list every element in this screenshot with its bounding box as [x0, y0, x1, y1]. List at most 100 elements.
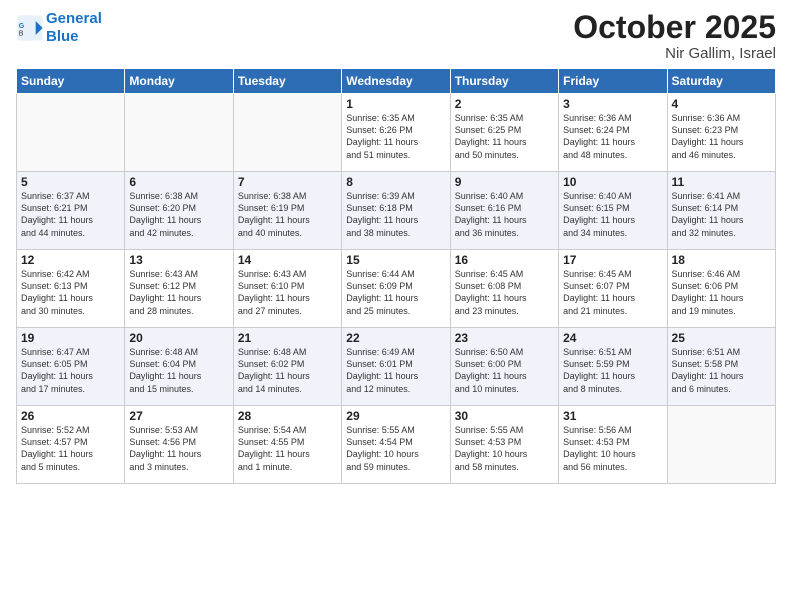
day-number: 30 [455, 409, 554, 423]
day-info: Sunrise: 6:38 AM Sunset: 6:20 PM Dayligh… [129, 190, 228, 239]
day-number: 8 [346, 175, 445, 189]
calendar-cell: 24Sunrise: 6:51 AM Sunset: 5:59 PM Dayli… [559, 328, 667, 406]
day-number: 9 [455, 175, 554, 189]
weekday-header-friday: Friday [559, 69, 667, 94]
day-number: 4 [672, 97, 771, 111]
calendar-cell: 14Sunrise: 6:43 AM Sunset: 6:10 PM Dayli… [233, 250, 341, 328]
location: Nir Gallim, Israel [573, 45, 776, 62]
calendar-cell: 15Sunrise: 6:44 AM Sunset: 6:09 PM Dayli… [342, 250, 450, 328]
weekday-header-saturday: Saturday [667, 69, 775, 94]
day-number: 1 [346, 97, 445, 111]
day-info: Sunrise: 6:36 AM Sunset: 6:23 PM Dayligh… [672, 112, 771, 161]
calendar-cell: 4Sunrise: 6:36 AM Sunset: 6:23 PM Daylig… [667, 94, 775, 172]
calendar-cell: 22Sunrise: 6:49 AM Sunset: 6:01 PM Dayli… [342, 328, 450, 406]
day-info: Sunrise: 6:43 AM Sunset: 6:12 PM Dayligh… [129, 268, 228, 317]
calendar-week-3: 12Sunrise: 6:42 AM Sunset: 6:13 PM Dayli… [17, 250, 776, 328]
day-number: 22 [346, 331, 445, 345]
logo-text: General Blue [46, 10, 102, 46]
weekday-header-row: SundayMondayTuesdayWednesdayThursdayFrid… [17, 69, 776, 94]
day-number: 19 [21, 331, 120, 345]
calendar-cell: 30Sunrise: 5:55 AM Sunset: 4:53 PM Dayli… [450, 406, 558, 484]
day-info: Sunrise: 5:55 AM Sunset: 4:53 PM Dayligh… [455, 424, 554, 473]
weekday-header-sunday: Sunday [17, 69, 125, 94]
day-number: 17 [563, 253, 662, 267]
day-info: Sunrise: 6:51 AM Sunset: 5:59 PM Dayligh… [563, 346, 662, 395]
day-info: Sunrise: 6:40 AM Sunset: 6:15 PM Dayligh… [563, 190, 662, 239]
logo-blue: Blue [46, 28, 102, 46]
calendar-cell: 6Sunrise: 6:38 AM Sunset: 6:20 PM Daylig… [125, 172, 233, 250]
day-info: Sunrise: 6:45 AM Sunset: 6:07 PM Dayligh… [563, 268, 662, 317]
day-number: 23 [455, 331, 554, 345]
day-number: 14 [238, 253, 337, 267]
day-info: Sunrise: 6:41 AM Sunset: 6:14 PM Dayligh… [672, 190, 771, 239]
calendar-cell [233, 94, 341, 172]
day-info: Sunrise: 6:36 AM Sunset: 6:24 PM Dayligh… [563, 112, 662, 161]
calendar-cell [125, 94, 233, 172]
logo: G B General Blue [16, 10, 102, 46]
svg-text:B: B [19, 31, 24, 38]
weekday-header-thursday: Thursday [450, 69, 558, 94]
day-number: 21 [238, 331, 337, 345]
calendar-cell: 7Sunrise: 6:38 AM Sunset: 6:19 PM Daylig… [233, 172, 341, 250]
day-number: 6 [129, 175, 228, 189]
day-number: 31 [563, 409, 662, 423]
day-number: 15 [346, 253, 445, 267]
calendar-cell: 17Sunrise: 6:45 AM Sunset: 6:07 PM Dayli… [559, 250, 667, 328]
calendar-cell: 19Sunrise: 6:47 AM Sunset: 6:05 PM Dayli… [17, 328, 125, 406]
calendar-cell: 9Sunrise: 6:40 AM Sunset: 6:16 PM Daylig… [450, 172, 558, 250]
calendar-cell: 12Sunrise: 6:42 AM Sunset: 6:13 PM Dayli… [17, 250, 125, 328]
weekday-header-tuesday: Tuesday [233, 69, 341, 94]
calendar-cell: 16Sunrise: 6:45 AM Sunset: 6:08 PM Dayli… [450, 250, 558, 328]
day-info: Sunrise: 6:42 AM Sunset: 6:13 PM Dayligh… [21, 268, 120, 317]
day-info: Sunrise: 5:52 AM Sunset: 4:57 PM Dayligh… [21, 424, 120, 473]
day-number: 10 [563, 175, 662, 189]
day-number: 20 [129, 331, 228, 345]
day-info: Sunrise: 6:35 AM Sunset: 6:26 PM Dayligh… [346, 112, 445, 161]
calendar-cell: 25Sunrise: 6:51 AM Sunset: 5:58 PM Dayli… [667, 328, 775, 406]
day-number: 11 [672, 175, 771, 189]
calendar-cell: 23Sunrise: 6:50 AM Sunset: 6:00 PM Dayli… [450, 328, 558, 406]
weekday-header-monday: Monday [125, 69, 233, 94]
calendar-cell: 28Sunrise: 5:54 AM Sunset: 4:55 PM Dayli… [233, 406, 341, 484]
header: G B General Blue October 2025 Nir Gallim… [16, 10, 776, 62]
calendar-cell: 27Sunrise: 5:53 AM Sunset: 4:56 PM Dayli… [125, 406, 233, 484]
calendar-table: SundayMondayTuesdayWednesdayThursdayFrid… [16, 68, 776, 484]
day-number: 28 [238, 409, 337, 423]
day-number: 16 [455, 253, 554, 267]
day-number: 12 [21, 253, 120, 267]
calendar-cell [667, 406, 775, 484]
day-info: Sunrise: 6:44 AM Sunset: 6:09 PM Dayligh… [346, 268, 445, 317]
calendar-cell: 2Sunrise: 6:35 AM Sunset: 6:25 PM Daylig… [450, 94, 558, 172]
calendar-cell: 21Sunrise: 6:48 AM Sunset: 6:02 PM Dayli… [233, 328, 341, 406]
calendar-week-5: 26Sunrise: 5:52 AM Sunset: 4:57 PM Dayli… [17, 406, 776, 484]
calendar-cell: 20Sunrise: 6:48 AM Sunset: 6:04 PM Dayli… [125, 328, 233, 406]
day-number: 3 [563, 97, 662, 111]
day-number: 29 [346, 409, 445, 423]
day-info: Sunrise: 5:54 AM Sunset: 4:55 PM Dayligh… [238, 424, 337, 473]
calendar-week-4: 19Sunrise: 6:47 AM Sunset: 6:05 PM Dayli… [17, 328, 776, 406]
page: G B General Blue October 2025 Nir Gallim… [0, 0, 792, 612]
day-number: 26 [21, 409, 120, 423]
day-info: Sunrise: 6:48 AM Sunset: 6:02 PM Dayligh… [238, 346, 337, 395]
day-info: Sunrise: 6:40 AM Sunset: 6:16 PM Dayligh… [455, 190, 554, 239]
calendar-cell: 1Sunrise: 6:35 AM Sunset: 6:26 PM Daylig… [342, 94, 450, 172]
day-number: 27 [129, 409, 228, 423]
day-info: Sunrise: 6:51 AM Sunset: 5:58 PM Dayligh… [672, 346, 771, 395]
calendar-cell [17, 94, 125, 172]
day-info: Sunrise: 6:35 AM Sunset: 6:25 PM Dayligh… [455, 112, 554, 161]
day-info: Sunrise: 6:38 AM Sunset: 6:19 PM Dayligh… [238, 190, 337, 239]
title-block: October 2025 Nir Gallim, Israel [573, 10, 776, 62]
weekday-header-wednesday: Wednesday [342, 69, 450, 94]
day-info: Sunrise: 6:45 AM Sunset: 6:08 PM Dayligh… [455, 268, 554, 317]
day-number: 25 [672, 331, 771, 345]
day-info: Sunrise: 6:43 AM Sunset: 6:10 PM Dayligh… [238, 268, 337, 317]
day-info: Sunrise: 6:46 AM Sunset: 6:06 PM Dayligh… [672, 268, 771, 317]
day-number: 7 [238, 175, 337, 189]
calendar-cell: 8Sunrise: 6:39 AM Sunset: 6:18 PM Daylig… [342, 172, 450, 250]
day-info: Sunrise: 6:49 AM Sunset: 6:01 PM Dayligh… [346, 346, 445, 395]
day-number: 24 [563, 331, 662, 345]
calendar-cell: 18Sunrise: 6:46 AM Sunset: 6:06 PM Dayli… [667, 250, 775, 328]
day-info: Sunrise: 5:56 AM Sunset: 4:53 PM Dayligh… [563, 424, 662, 473]
day-info: Sunrise: 5:53 AM Sunset: 4:56 PM Dayligh… [129, 424, 228, 473]
calendar-cell: 11Sunrise: 6:41 AM Sunset: 6:14 PM Dayli… [667, 172, 775, 250]
